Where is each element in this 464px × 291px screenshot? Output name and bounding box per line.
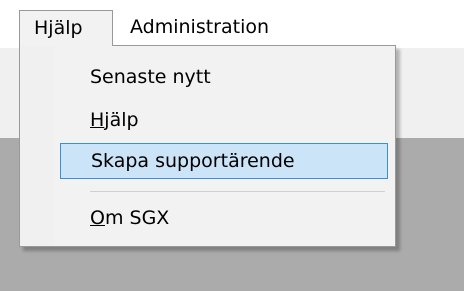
menu-item-label-rest: m SGX bbox=[104, 207, 170, 229]
menu-help[interactable]: Hjälp bbox=[19, 10, 113, 46]
menu-bar: Hjälp Administration bbox=[0, 0, 464, 48]
menu-item-label: Senaste nytt bbox=[90, 66, 211, 88]
menu-item-label: Skapa supportärende bbox=[91, 150, 295, 172]
menu-help-label: Hjälp bbox=[34, 17, 83, 39]
help-dropdown-menu: Senaste nytt Hjälp Skapa supportärende O… bbox=[19, 45, 396, 247]
menu-separator bbox=[90, 191, 385, 192]
menu-item-label-rest: jälp bbox=[104, 109, 139, 131]
menu-item-skapa-supportarende[interactable]: Skapa supportärende bbox=[60, 143, 388, 179]
menu-item-mnemonic: H bbox=[90, 109, 105, 131]
menu-item-hjalp[interactable]: Hjälp bbox=[60, 102, 388, 138]
menu-item-senaste-nytt[interactable]: Senaste nytt bbox=[60, 59, 388, 95]
menu-administration[interactable]: Administration bbox=[130, 10, 269, 46]
menu-item-mnemonic: O bbox=[90, 207, 105, 229]
menu-administration-label: Administration bbox=[130, 16, 270, 38]
menu-icon-gutter bbox=[20, 46, 54, 246]
menu-item-om-sgx[interactable]: Om SGX bbox=[60, 200, 388, 236]
